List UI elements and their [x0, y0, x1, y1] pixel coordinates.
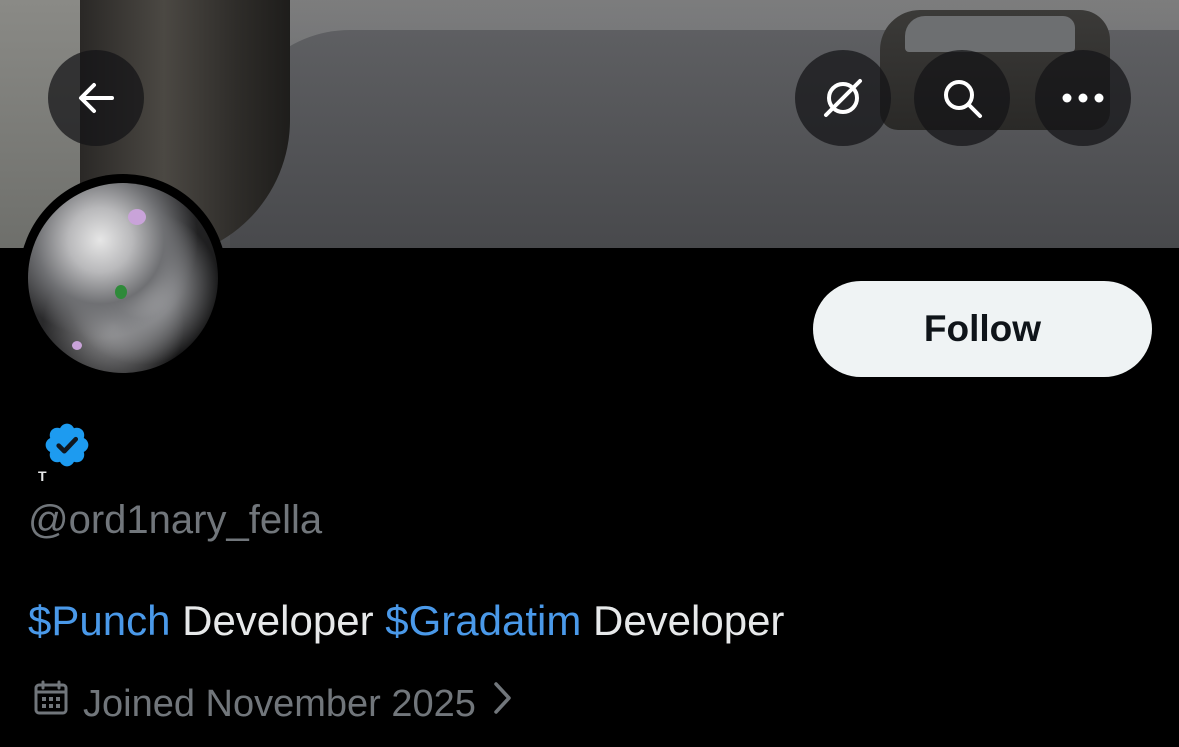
ellipsis-icon	[1061, 92, 1105, 104]
calendar-icon	[33, 680, 69, 727]
follow-button[interactable]: Follow	[813, 281, 1152, 377]
banner-car-window	[905, 16, 1075, 52]
search-button[interactable]	[914, 50, 1010, 146]
more-options-button[interactable]	[1035, 50, 1131, 146]
joined-date-row[interactable]: Joined November 2025	[33, 680, 514, 727]
back-button[interactable]	[48, 50, 144, 146]
grok-icon	[820, 75, 866, 121]
avatar-detail	[72, 341, 82, 350]
bio-text: Developer	[170, 597, 386, 644]
bio-text: Developer	[581, 597, 785, 644]
avatar-ring	[19, 174, 227, 382]
verified-badge-icon[interactable]	[42, 420, 92, 475]
avatar[interactable]	[28, 183, 218, 373]
joined-date-text: Joined November 2025	[83, 682, 476, 725]
avatar-detail	[115, 285, 127, 299]
profile-bio: $Punch Developer $Gradatim Developer	[28, 596, 784, 646]
chevron-right-icon	[492, 680, 514, 727]
avatar-detail	[128, 209, 146, 225]
grok-button[interactable]	[795, 50, 891, 146]
search-icon	[939, 75, 985, 121]
profile-handle: @ord1nary_fella	[28, 498, 323, 542]
cashtag-link[interactable]: $Punch	[28, 597, 170, 644]
arrow-left-icon	[76, 78, 116, 118]
display-name-glyph: T	[38, 468, 47, 484]
cashtag-link[interactable]: $Gradatim	[385, 597, 581, 644]
